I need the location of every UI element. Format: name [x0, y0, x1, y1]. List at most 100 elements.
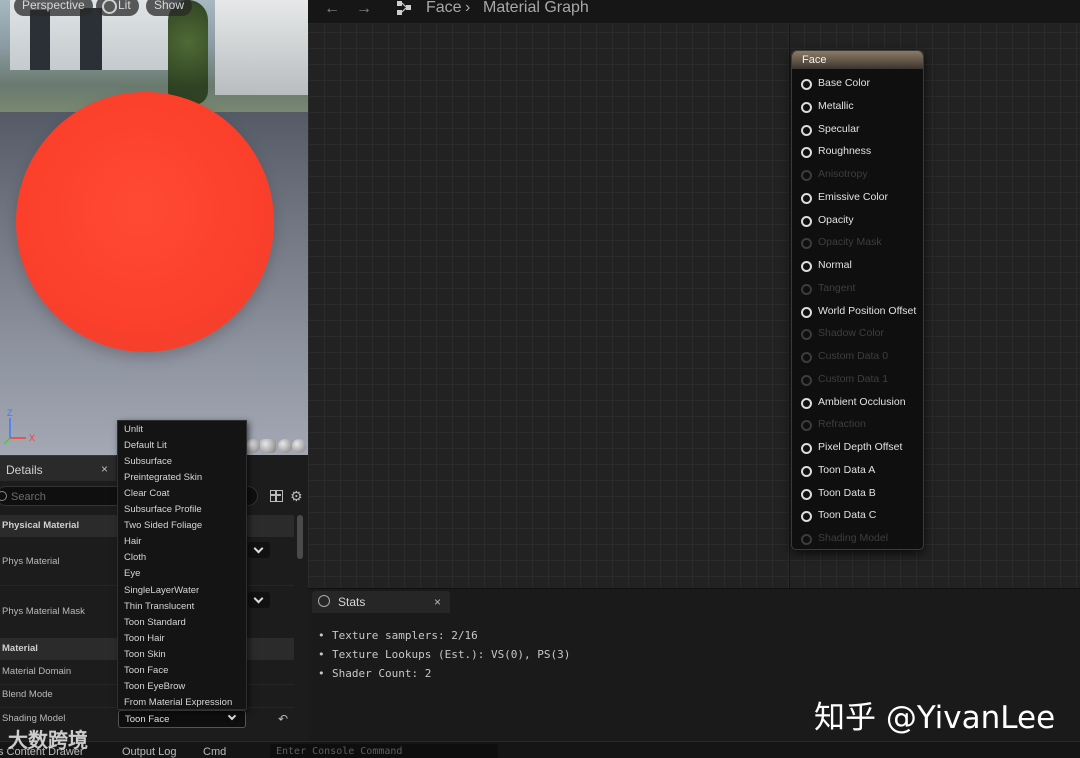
stats-tab[interactable]: Stats × [312, 591, 450, 613]
stats-close-icon[interactable]: × [434, 595, 441, 609]
table-view-icon[interactable] [270, 490, 283, 502]
pin-circle-icon[interactable] [801, 488, 812, 500]
node-input-pin[interactable]: Shadow Color [792, 326, 923, 342]
node-input-pin[interactable]: Toon Data C [792, 508, 923, 524]
dropdown-option[interactable]: Toon Face [124, 665, 168, 676]
logo-watermark: 大数跨境 [8, 730, 88, 752]
preview-sphere-icon[interactable] [246, 439, 260, 453]
pin-circle-icon[interactable] [801, 374, 812, 386]
reset-to-default-icon[interactable]: ↶ [278, 712, 288, 726]
breadcrumb-graph[interactable]: Material Graph [483, 0, 589, 17]
pin-circle-icon[interactable] [801, 192, 812, 204]
pin-circle-icon[interactable] [801, 465, 812, 477]
material-preview-viewport[interactable]: Perspective Lit Show Z X [0, 0, 308, 455]
pin-circle-icon[interactable] [801, 420, 812, 432]
material-graph-icon [397, 1, 411, 15]
shading-model-select[interactable]: Toon Face [118, 710, 246, 728]
details-scrollbar[interactable] [297, 515, 303, 559]
node-input-pin[interactable]: Metallic [792, 99, 923, 115]
dropdown-option[interactable]: Default Lit [124, 440, 167, 451]
phys-material-mask-label: Phys Material Mask [2, 606, 85, 617]
pin-label: Normal [818, 259, 852, 271]
pin-circle-icon[interactable] [801, 534, 812, 545]
pin-label: Specular [818, 122, 860, 135]
preview-cylinder-icon[interactable] [260, 439, 276, 453]
pin-circle-icon[interactable] [801, 124, 812, 136]
dropdown-option[interactable]: Toon Skin [124, 649, 166, 660]
preview-mesh-selector[interactable] [244, 438, 308, 454]
node-input-pin[interactable]: Tangent [792, 281, 923, 297]
dropdown-option[interactable]: Toon EyeBrow [124, 681, 185, 692]
dropdown-option[interactable]: Two Sided Foliage [124, 520, 202, 531]
pin-circle-icon[interactable] [801, 261, 812, 272]
pin-circle-icon[interactable] [801, 443, 812, 454]
back-arrow-icon[interactable]: ← [324, 0, 340, 18]
graph-toolbar: ← → Face › Material Graph [308, 0, 1080, 24]
lit-view-mode-button[interactable]: Lit [96, 0, 139, 16]
details-close-icon[interactable]: × [101, 462, 108, 476]
node-input-pin[interactable]: Normal [792, 258, 923, 274]
dropdown-option[interactable]: Preintegrated Skin [124, 472, 202, 483]
pin-circle-icon[interactable] [801, 306, 812, 318]
axis-x-label: X [29, 433, 35, 443]
phys-material-mask-chevron-icon[interactable] [248, 592, 270, 608]
dropdown-option[interactable]: Clear Coat [124, 488, 169, 499]
node-input-pin[interactable]: Custom Data 0 [792, 349, 923, 365]
node-input-pin[interactable]: Toon Data A [792, 463, 923, 479]
node-input-pin[interactable]: Roughness [792, 144, 923, 160]
node-input-pin[interactable]: Opacity Mask [792, 235, 923, 251]
material-graph-canvas[interactable] [308, 0, 1080, 588]
dropdown-option[interactable]: Toon Standard [124, 617, 186, 628]
material-result-node[interactable]: Face Base Color Metallic Specular Roughness… [791, 50, 924, 550]
console-command-input[interactable]: Enter Console Command [270, 744, 498, 758]
dropdown-option[interactable]: Eye [124, 568, 140, 579]
node-input-pin[interactable]: Anisotropy [792, 167, 923, 183]
search-icon [0, 491, 7, 501]
node-input-pin[interactable]: Emissive Color [792, 190, 923, 206]
pin-circle-icon[interactable] [801, 329, 812, 341]
node-input-pin[interactable]: Toon Data B [792, 486, 923, 502]
pin-circle-icon[interactable] [801, 511, 812, 523]
dropdown-option[interactable]: Subsurface [124, 456, 172, 467]
details-tab[interactable]: Details × [0, 455, 116, 481]
node-input-pin[interactable]: Specular [792, 122, 923, 138]
pin-circle-icon[interactable] [801, 215, 812, 227]
preview-plane-icon[interactable] [278, 439, 292, 453]
pin-circle-icon[interactable] [801, 79, 812, 90]
node-input-pin[interactable]: Ambient Occlusion [792, 395, 923, 411]
node-input-pin[interactable]: Opacity [792, 213, 923, 229]
output-log-button[interactable]: Output Log [122, 746, 176, 758]
show-button[interactable]: Show [146, 0, 193, 16]
pin-circle-icon[interactable] [801, 170, 812, 181]
pin-circle-icon[interactable] [801, 101, 812, 113]
dropdown-option[interactable]: Cloth [124, 552, 146, 563]
dropdown-option[interactable]: Toon Hair [124, 633, 165, 644]
pin-circle-icon[interactable] [801, 238, 812, 250]
gear-icon[interactable]: ⚙ [290, 488, 303, 505]
pin-circle-icon[interactable] [801, 397, 812, 409]
node-input-pin[interactable]: Refraction [792, 417, 923, 433]
dropdown-option[interactable]: Hair [124, 536, 141, 547]
breadcrumb-asset[interactable]: Face [426, 0, 462, 17]
phys-material-chevron-icon[interactable] [248, 542, 270, 558]
node-input-pin[interactable]: Pixel Depth Offset [792, 440, 923, 456]
node-input-pin[interactable]: Base Color [792, 76, 923, 92]
dropdown-option[interactable]: Unlit [124, 424, 143, 435]
dropdown-option[interactable]: SingleLayerWater [124, 585, 199, 596]
pin-label: Refraction [818, 418, 866, 431]
dropdown-option[interactable]: Subsurface Profile [124, 504, 202, 515]
pin-circle-icon[interactable] [801, 352, 812, 363]
cmd-button[interactable]: Cmd [203, 746, 226, 758]
forward-arrow-icon[interactable]: → [356, 0, 372, 18]
node-input-pin[interactable]: World Position Offset [792, 304, 923, 320]
breadcrumb-separator: › [465, 0, 471, 16]
node-header[interactable]: Face [792, 51, 923, 69]
node-input-pin[interactable]: Custom Data 1 [792, 372, 923, 388]
dropdown-option[interactable]: From Material Expression [124, 697, 232, 708]
dropdown-option[interactable]: Thin Translucent [124, 601, 194, 612]
node-input-pin[interactable]: Shading Model [792, 531, 923, 547]
preview-cube-icon[interactable] [292, 439, 306, 453]
pin-circle-icon[interactable] [801, 283, 812, 295]
perspective-button[interactable]: Perspective [14, 0, 93, 16]
pin-circle-icon[interactable] [801, 147, 812, 159]
